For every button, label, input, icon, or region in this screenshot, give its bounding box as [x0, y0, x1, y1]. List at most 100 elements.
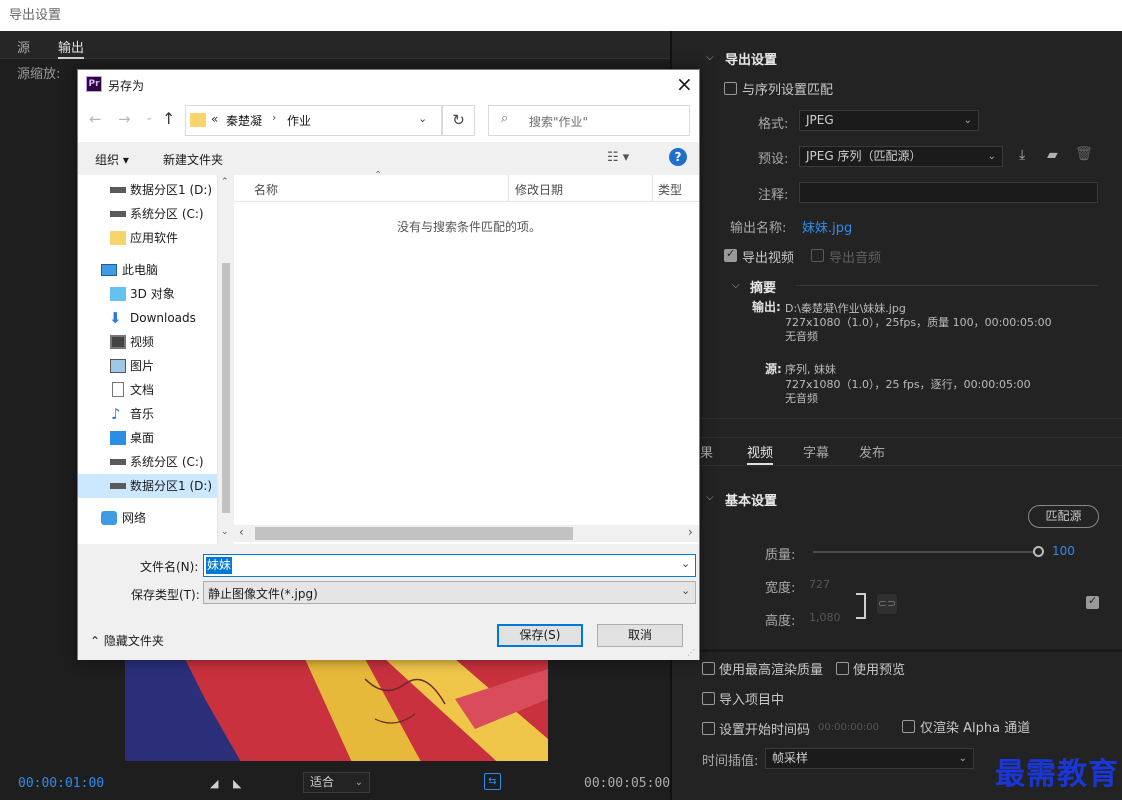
new-folder-button[interactable]: 新建文件夹 [163, 151, 223, 168]
link-icon[interactable]: ⊂⊃ [877, 594, 897, 614]
scroll-up-icon[interactable]: ⌃ [221, 177, 229, 187]
navigation-tree: 数据分区1 (D:) 系统分区 (C:) 应用软件 此电脑 3D 对象 ⬇ Dow… [78, 175, 233, 544]
hide-folders-toggle[interactable]: ⌃ 隐藏文件夹 [90, 632, 164, 649]
quality-value[interactable]: 100 [1052, 544, 1075, 558]
breadcrumb-item[interactable]: 秦楚凝 [226, 112, 262, 129]
tree-item-desktop[interactable]: 桌面 [78, 426, 217, 450]
chevron-down-icon[interactable]: ⌄ [681, 584, 690, 597]
tree-item-music[interactable]: ♪ 音乐 [78, 402, 217, 426]
tree-item-3d-objects[interactable]: 3D 对象 [78, 282, 217, 306]
close-icon[interactable]: × [676, 72, 693, 96]
match-source-button[interactable]: 匹配源 [1028, 505, 1099, 528]
filetype-select[interactable]: 静止图像文件(*.jpg) ⌄ [203, 581, 696, 604]
tab-captions[interactable]: 字幕 [803, 442, 829, 461]
tree-item-downloads[interactable]: ⬇ Downloads [78, 306, 217, 330]
save-button[interactable]: 保存(S) [497, 624, 583, 647]
quality-slider-handle[interactable] [1033, 546, 1044, 557]
tree-item-pictures[interactable]: 图片 [78, 354, 217, 378]
tab-source[interactable]: 源 [17, 37, 30, 56]
column-modified[interactable]: 修改日期 [515, 181, 563, 198]
folder-icon [110, 231, 126, 245]
chevron-down-icon[interactable]: ⌵ [706, 52, 714, 63]
source-spec: 727x1080（1.0），25 fps，逐行，00:00:05:00 [785, 378, 1031, 391]
tree-item-apps[interactable]: 应用软件 [78, 226, 217, 250]
organize-menu[interactable]: 组织 ▾ [95, 151, 129, 168]
cancel-button[interactable]: 取消 [597, 624, 683, 647]
breadcrumb-item[interactable]: 作业 [287, 112, 311, 129]
up-arrow-icon[interactable]: ↑ [162, 109, 175, 128]
scroll-down-icon[interactable]: ⌄ [221, 527, 229, 537]
back-arrow-icon[interactable]: ← [89, 110, 102, 128]
match-sequence-checkbox[interactable] [724, 82, 737, 95]
comments-input[interactable] [799, 182, 1098, 203]
mark-in-icon[interactable]: ◢ [210, 777, 218, 790]
scrollbar-thumb[interactable] [255, 527, 573, 540]
recent-dropdown-icon[interactable]: ⌄ [145, 112, 153, 123]
max-render-quality-checkbox[interactable] [702, 662, 715, 675]
fit-select[interactable]: 适合 ⌄ [303, 772, 370, 793]
chevron-right-icon[interactable]: › [272, 111, 276, 124]
view-options-icon[interactable]: ☷ ▾ [607, 150, 629, 165]
export-settings-heading: 导出设置 [725, 53, 778, 68]
render-alpha-checkbox[interactable] [902, 720, 915, 733]
column-name[interactable]: 名称 [254, 181, 278, 198]
column-type[interactable]: 类型 [658, 181, 682, 198]
chevron-down-icon[interactable]: ⌵ [732, 280, 740, 291]
mark-out-icon[interactable]: ◣ [233, 777, 241, 790]
quality-slider-track[interactable] [813, 551, 1038, 553]
tab-publish[interactable]: 发布 [859, 442, 885, 461]
width-value[interactable]: 727 [809, 578, 830, 591]
summary-divider [796, 285, 1098, 286]
output-name-link[interactable]: 妹妹.jpg [802, 217, 852, 236]
use-previews-checkbox[interactable] [836, 662, 849, 675]
import-preset-icon[interactable]: ▰ [1047, 147, 1058, 163]
format-select[interactable]: JPEG ⌄ [799, 110, 979, 131]
tab-video[interactable]: 视频 [747, 442, 774, 465]
delete-preset-icon[interactable]: 🗑 [1075, 146, 1093, 162]
horizontal-scrollbar[interactable]: ‹ › [234, 525, 699, 542]
refresh-button[interactable]: ↻ [442, 105, 475, 136]
tree-item-data-d[interactable]: 数据分区1 (D:) [78, 178, 217, 202]
tree-scrollbar[interactable]: ⌃ ⌄ [217, 175, 234, 544]
tree-item-videos[interactable]: 视频 [78, 330, 217, 354]
resize-grip-icon[interactable]: ⋰ [687, 648, 695, 657]
forward-arrow-icon[interactable]: → [118, 110, 131, 128]
help-icon[interactable]: ? [669, 148, 687, 166]
tab-output[interactable]: 输出 [58, 37, 85, 59]
tree-item-system-c[interactable]: 系统分区 (C:) [78, 202, 217, 226]
start-timecode-value[interactable]: 00:00:00:00 [818, 722, 879, 733]
folder-icon [190, 113, 206, 127]
chevron-down-icon[interactable]: ⌄ [418, 112, 427, 125]
scrollbar-thumb[interactable] [222, 263, 230, 513]
tab-effects[interactable]: 果 [700, 442, 713, 461]
preset-value: JPEG 序列（匹配源） [806, 149, 922, 163]
set-start-timecode-checkbox[interactable] [702, 722, 715, 735]
scroll-left-icon[interactable]: ‹ [239, 525, 244, 539]
breadcrumb-overflow[interactable]: « [211, 112, 218, 126]
dialog-bottom: 文件名(N): 妹妹 ⌄ 保存类型(T): 静止图像文件(*.jpg) ⌄ ⌃ … [78, 544, 699, 660]
tree-item-this-pc[interactable]: 此电脑 [78, 258, 217, 282]
import-into-project-checkbox[interactable] [702, 692, 715, 705]
export-audio-checkbox[interactable] [811, 249, 824, 262]
chevron-down-icon[interactable]: ⌄ [681, 557, 690, 570]
crop-output-icon[interactable]: ⇆ [484, 773, 501, 790]
time-interpolation-select[interactable]: 帧采样 ⌄ [765, 748, 974, 769]
search-box[interactable]: ⌕ 搜索"作业" [488, 105, 690, 136]
chevron-down-icon[interactable]: ⌵ [706, 492, 714, 503]
file-list-header: ⌃ 名称 修改日期 类型 [234, 170, 699, 202]
save-preset-icon[interactable]: ⤓ [1019, 147, 1025, 163]
tree-item-network[interactable]: 网络 [78, 506, 217, 530]
export-video-checkbox[interactable] [724, 247, 737, 262]
tree-item-data-d-selected[interactable]: 数据分区1 (D:) [78, 474, 217, 498]
preset-select[interactable]: JPEG 序列（匹配源） ⌄ [799, 146, 1003, 167]
address-bar[interactable]: « 秦楚凝 › 作业 ⌄ [185, 105, 442, 136]
filename-input[interactable]: 妹妹 ⌄ [203, 554, 696, 577]
scale-checkbox[interactable] [1086, 594, 1099, 609]
column-separator[interactable] [508, 175, 509, 202]
scroll-right-icon[interactable]: › [688, 525, 693, 539]
column-separator[interactable] [652, 175, 653, 202]
tree-item-documents[interactable]: 文档 [78, 378, 217, 402]
tree-item-system-c-2[interactable]: 系统分区 (C:) [78, 450, 217, 474]
height-value[interactable]: 1,080 [809, 611, 841, 624]
current-timecode[interactable]: 00:00:01:00 [18, 776, 104, 791]
